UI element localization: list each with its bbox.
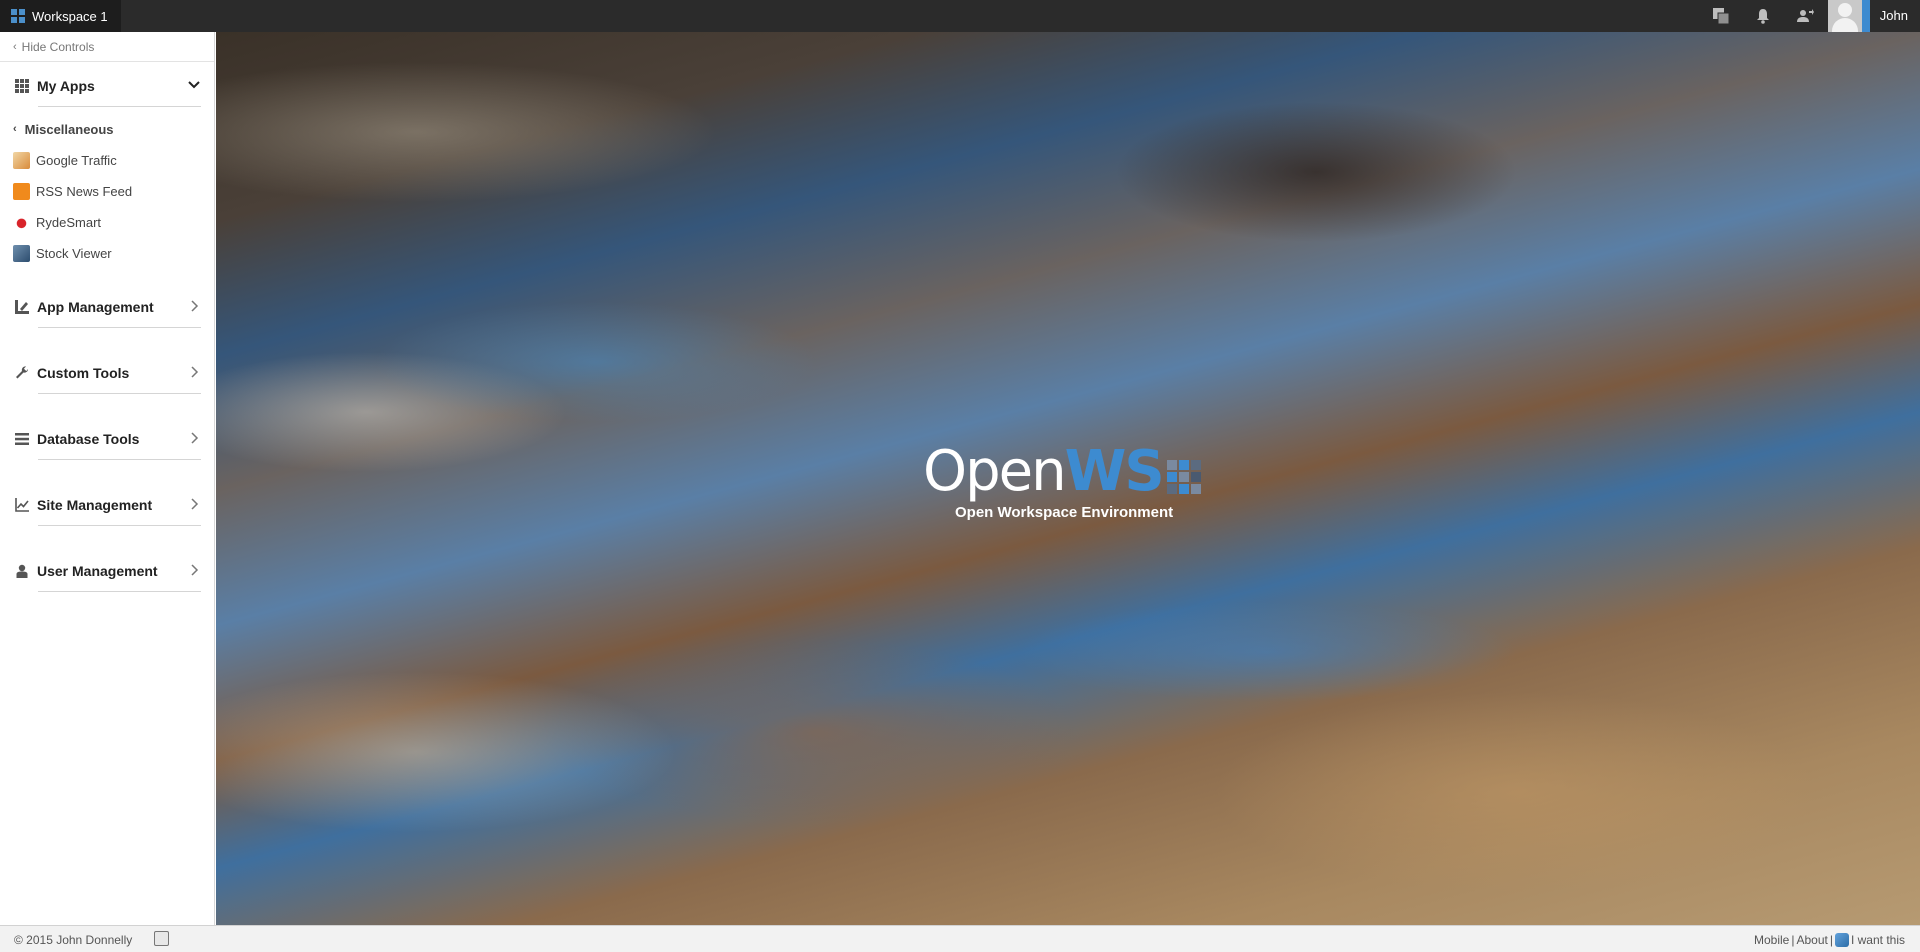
section-title: App Management — [37, 299, 154, 315]
wrench-icon — [16, 366, 29, 379]
user-accounts-button[interactable] — [1784, 0, 1826, 32]
section-divider — [38, 459, 201, 460]
globe-icon — [1834, 933, 1849, 947]
app-label: Stock Viewer — [36, 245, 112, 261]
sidebar: ‹ Hide Controls My Apps ‹ Miscellaneous … — [0, 32, 215, 925]
database-tools-section: Database Tools — [0, 422, 215, 460]
app-management-header[interactable]: App Management — [0, 290, 215, 328]
user-management-header[interactable]: User Management — [0, 554, 215, 592]
notifications-button[interactable] — [1742, 0, 1784, 32]
user-accounts-icon — [1796, 9, 1814, 22]
user-management-icon — [16, 564, 28, 578]
section-divider — [38, 591, 201, 592]
traffic-icon — [13, 151, 30, 169]
user-name[interactable]: John — [1870, 0, 1920, 32]
chevron-right-icon — [191, 300, 199, 312]
section-divider — [38, 327, 201, 328]
top-bar: Workspace 1 John — [0, 0, 1920, 32]
link-separator: | — [1791, 933, 1795, 947]
section-title: Site Management — [37, 497, 153, 513]
app-item-stock-viewer[interactable]: Stock Viewer — [13, 242, 112, 264]
footer: © 2015 John Donnelly Mobile | About | I … — [0, 925, 1920, 952]
app-item-rydesmart[interactable]: RydeSmart — [13, 211, 101, 233]
list-icon — [15, 433, 29, 445]
database-tools-header[interactable]: Database Tools — [0, 422, 215, 460]
section-divider — [38, 393, 201, 394]
about-link[interactable]: About — [1796, 933, 1827, 947]
link-separator: | — [1829, 933, 1833, 947]
app-label: Google Traffic — [36, 152, 117, 168]
avatar[interactable] — [1827, 0, 1862, 32]
app-label: RSS News Feed — [36, 183, 133, 199]
chevron-left-icon: ‹ — [13, 123, 17, 135]
my-apps-section: My Apps — [0, 69, 215, 107]
openwse-logo: Open WS Open Workspace Environment — [923, 440, 1213, 560]
chevron-right-icon — [191, 498, 199, 510]
custom-tools-header[interactable]: Custom Tools — [0, 356, 215, 394]
workspace-background: Open WS Open Workspace Environment — [216, 32, 1920, 925]
section-title: Database Tools — [37, 431, 140, 447]
logo-subtitle: Open Workspace Environment — [955, 504, 1174, 521]
mobile-link[interactable]: Mobile — [1754, 933, 1789, 947]
chart-line-icon — [15, 498, 29, 512]
apps-grid-icon — [15, 79, 29, 93]
hide-controls-button[interactable]: ‹ Hide Controls — [0, 32, 214, 62]
site-management-section: Site Management — [0, 488, 215, 526]
section-title: User Management — [37, 563, 158, 579]
workspace-switch-button[interactable] — [1700, 0, 1742, 32]
category-miscellaneous[interactable]: ‹ Miscellaneous — [0, 119, 114, 139]
chevron-down-icon — [188, 81, 200, 89]
section-divider — [38, 106, 201, 107]
background-image-icon[interactable] — [154, 931, 169, 946]
workspace-switch-icon — [1712, 8, 1730, 25]
chevron-right-icon — [191, 432, 199, 444]
i-want-this-link[interactable]: I want this — [1851, 933, 1905, 947]
app-management-section: App Management — [0, 290, 215, 328]
logo-mark-icon — [1166, 460, 1201, 494]
app-item-google-traffic[interactable]: Google Traffic — [13, 149, 117, 171]
bell-icon — [1756, 9, 1769, 24]
chevron-left-icon: ‹ — [13, 40, 17, 53]
logo-word-ws: WS — [1064, 439, 1165, 504]
custom-tools-section: Custom Tools — [0, 356, 215, 394]
chevron-right-icon — [191, 366, 199, 378]
section-divider — [38, 525, 201, 526]
workspace-label: Workspace 1 — [32, 8, 108, 24]
stock-icon — [13, 244, 30, 262]
rydesmart-icon — [13, 213, 30, 231]
section-title: Custom Tools — [37, 365, 130, 381]
rss-icon — [13, 182, 30, 200]
copyright-text: © 2015 John Donnelly — [14, 933, 133, 947]
my-apps-title: My Apps — [37, 78, 95, 94]
app-management-icon — [15, 300, 29, 314]
logo-word-open: Open — [923, 439, 1067, 504]
user-management-section: User Management — [0, 554, 215, 592]
footer-links: Mobile | About | I want this — [1753, 933, 1906, 947]
top-right-controls: John — [1700, 0, 1920, 32]
my-apps-header[interactable]: My Apps — [0, 69, 215, 107]
app-item-rss-news-feed[interactable]: RSS News Feed — [13, 180, 132, 202]
user-accent-bar — [1861, 0, 1870, 32]
app-label: RydeSmart — [36, 214, 102, 230]
site-management-header[interactable]: Site Management — [0, 488, 215, 526]
chevron-right-icon — [191, 564, 199, 576]
category-label: Miscellaneous — [24, 121, 114, 137]
workspace-selector[interactable]: Workspace 1 — [0, 0, 121, 32]
hide-controls-label: Hide Controls — [21, 39, 95, 54]
workspace-grid-icon — [11, 9, 25, 23]
